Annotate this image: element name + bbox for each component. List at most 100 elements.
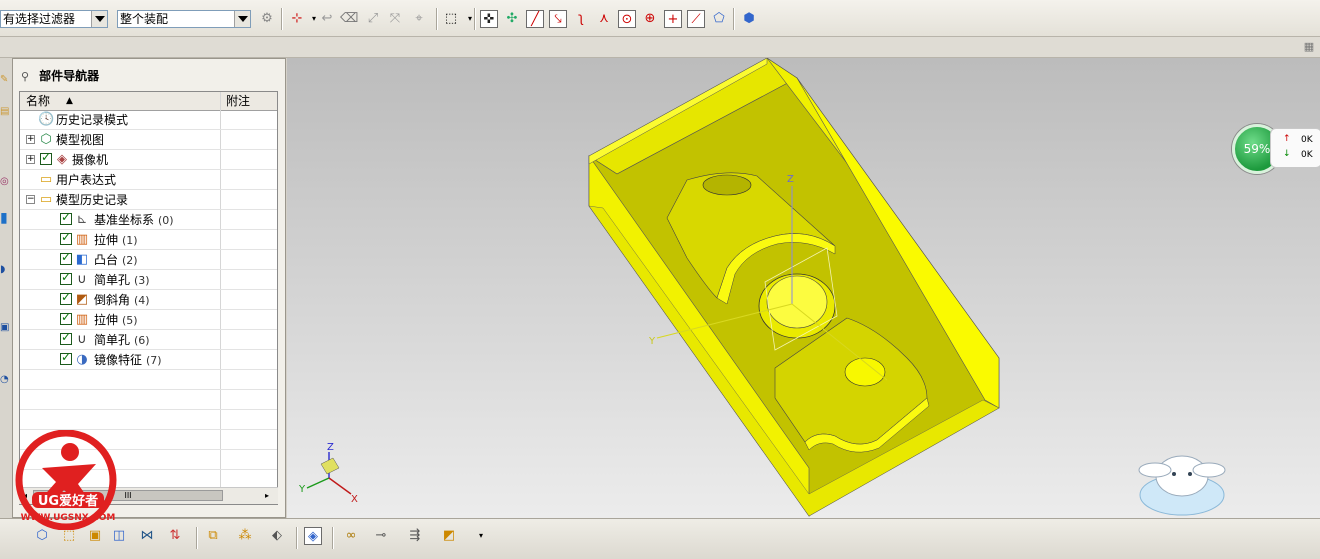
scroll-right-arrow-icon[interactable]: ▸ — [265, 492, 273, 500]
tree-row-label: 简单孔 (3) — [94, 272, 150, 289]
tree-row[interactable]: ◧ 凸台(2) — [20, 250, 277, 270]
quadrant-icon[interactable]: ⊕ — [641, 10, 659, 28]
tree-row[interactable]: ◑ 镜像特征(7) — [20, 350, 277, 370]
assembly-navigator-icon[interactable]: ⇶ — [406, 527, 424, 545]
feature-name: 模型历史记录 — [56, 193, 129, 207]
feature-name: 模型视图 — [56, 133, 105, 147]
tree-row[interactable]: + ⬡ 模型视图 — [20, 130, 277, 150]
mid-point-icon[interactable]: ⤥ — [549, 10, 567, 28]
explode-view-icon[interactable]: ⬖ — [268, 527, 286, 545]
snap-all-icon[interactable]: ✜ — [480, 10, 498, 28]
show-degrees-icon[interactable]: ⁂ — [236, 527, 254, 545]
snap-point-icon[interactable]: ⊹ — [288, 10, 306, 28]
upload-arrow-icon: ↑ — [1283, 134, 1291, 144]
column-note-header[interactable]: 附注 — [226, 92, 250, 110]
tree-row[interactable]: ∪ 简单孔(6) — [20, 330, 277, 350]
feature-name: 历史记录模式 — [56, 113, 129, 127]
feature-name: 拉伸 — [94, 233, 119, 247]
tree-row-label: 倒斜角 (4) — [94, 292, 150, 309]
reference-set-icon[interactable]: ◩ — [440, 527, 458, 545]
expand-icon[interactable]: + — [26, 155, 35, 164]
checkbox[interactable] — [40, 150, 52, 165]
toolbar-separator — [436, 8, 438, 30]
eraser-icon[interactable]: ⌫ — [340, 10, 358, 28]
tree-row[interactable]: + ◈ 摄像机 — [20, 150, 277, 170]
chevron-down-icon[interactable]: ▾ — [461, 10, 479, 28]
face-select-icon[interactable]: ⤧ — [386, 10, 404, 28]
tab-assembly-icon[interactable]: ▤ — [0, 104, 10, 120]
chevron-down-icon[interactable]: ▾ — [472, 527, 490, 545]
point-on-curve-icon[interactable]: ⟋ — [687, 10, 705, 28]
tree-row[interactable]: ⊾ 基准坐标系(0) — [20, 210, 277, 230]
ug-fan-logo: UG爱好者 WWW.UGSNX.COM — [4, 429, 130, 531]
end-point-icon[interactable]: ✣ — [503, 10, 521, 28]
check-clearance-icon[interactable]: ⊸ — [372, 527, 390, 545]
feature-name: 简单孔 — [94, 333, 131, 347]
component-array-icon[interactable]: ⋈ — [138, 527, 156, 545]
tree-row-label: 用户表达式 — [56, 172, 120, 189]
undo-icon[interactable]: ↩ — [318, 10, 336, 28]
upper-hole — [702, 174, 752, 196]
sequence-icon[interactable]: ◈ — [304, 527, 322, 545]
checkbox[interactable] — [60, 290, 72, 305]
tab-history-icon[interactable]: ✎ — [0, 72, 10, 88]
tab-system-icon[interactable]: ◔ — [0, 372, 10, 388]
tree-row-label: 简单孔 (6) — [94, 332, 150, 349]
tab-web-icon[interactable]: ◗ — [0, 262, 10, 278]
tab-history-list-icon[interactable]: ▣ — [0, 320, 10, 336]
assembly-scope-combo[interactable]: 整个装配 — [117, 10, 251, 28]
move-component-icon[interactable]: ⇅ — [166, 527, 184, 545]
assembly-constraints-icon[interactable]: ⧉ — [204, 527, 222, 545]
column-name-header[interactable]: 名称 — [26, 92, 50, 110]
point-on-face-icon[interactable]: ⬠ — [710, 10, 728, 28]
expand-icon[interactable]: + — [26, 135, 35, 144]
feature-name: 凸台 — [94, 253, 119, 267]
feature-index: (2) — [122, 254, 138, 267]
line-point-icon[interactable]: ╱ — [526, 10, 544, 28]
checkbox[interactable] — [60, 210, 72, 225]
grid-icon[interactable]: ▦ — [1300, 38, 1318, 56]
wave-link-icon[interactable]: ∞ — [342, 527, 360, 545]
selection-filter-combo[interactable]: 有选择过滤器 — [0, 10, 108, 28]
pin-icon[interactable]: ⚲ — [21, 70, 29, 83]
triad-cube — [320, 457, 340, 475]
tree-row-label: 拉伸 (1) — [94, 232, 138, 249]
checkbox[interactable] — [60, 350, 72, 365]
checkbox[interactable] — [60, 230, 72, 245]
toolbar-separator — [281, 8, 283, 30]
model-canvas[interactable]: Z Y Z Y X — [287, 58, 1320, 518]
sort-ascending-icon[interactable]: ▲ — [66, 92, 73, 110]
tree-row[interactable]: ∪ 简单孔(3) — [20, 270, 277, 290]
checkbox[interactable] — [60, 250, 72, 265]
graphics-viewport[interactable]: Z Y Z Y X — [287, 58, 1320, 518]
tree-row-empty — [20, 390, 277, 410]
tree-row[interactable]: ▥ 拉伸(5) — [20, 310, 277, 330]
tree-row[interactable]: ▥ 拉伸(1) — [20, 230, 277, 250]
tree-row-label: 模型视图 — [56, 132, 108, 149]
solid-view-icon[interactable]: ⬢ — [740, 10, 758, 28]
tree-row[interactable]: 🕓 历史记录模式 — [20, 110, 277, 130]
arc-center-icon[interactable]: ⊙ — [618, 10, 636, 28]
control-point-icon[interactable]: ʅ — [572, 10, 590, 28]
checkbox[interactable] — [60, 310, 72, 325]
chevron-down-icon[interactable] — [234, 11, 250, 27]
collapse-icon[interactable]: − — [26, 195, 35, 204]
select-components-icon[interactable]: ⚙ — [258, 10, 276, 28]
chevron-down-icon[interactable] — [91, 11, 107, 27]
intersection-icon[interactable]: ⋏ — [595, 10, 613, 28]
tree-row[interactable]: ▭ 用户表达式 — [20, 170, 277, 190]
checkbox[interactable] — [60, 270, 72, 285]
tree-row-empty — [20, 370, 277, 390]
checkbox[interactable] — [60, 330, 72, 345]
body-select-icon[interactable]: ⌖ — [410, 10, 428, 28]
tab-constraint-icon[interactable]: ◎ — [0, 174, 10, 190]
tree-row[interactable]: ◩ 倒斜角(4) — [20, 290, 277, 310]
tab-part-navigator-icon[interactable]: ▮ — [0, 210, 10, 226]
feature-select-icon[interactable]: ⤢ — [364, 10, 382, 28]
existing-point-icon[interactable]: + — [664, 10, 682, 28]
rectangle-select-icon[interactable]: ⬚ — [442, 10, 460, 28]
tree-row-empty — [20, 410, 277, 430]
tree-row[interactable]: − ▭ 模型历史记录 — [20, 190, 277, 210]
folder-icon: ▭ — [39, 172, 53, 187]
feature-index: (6) — [134, 334, 150, 347]
